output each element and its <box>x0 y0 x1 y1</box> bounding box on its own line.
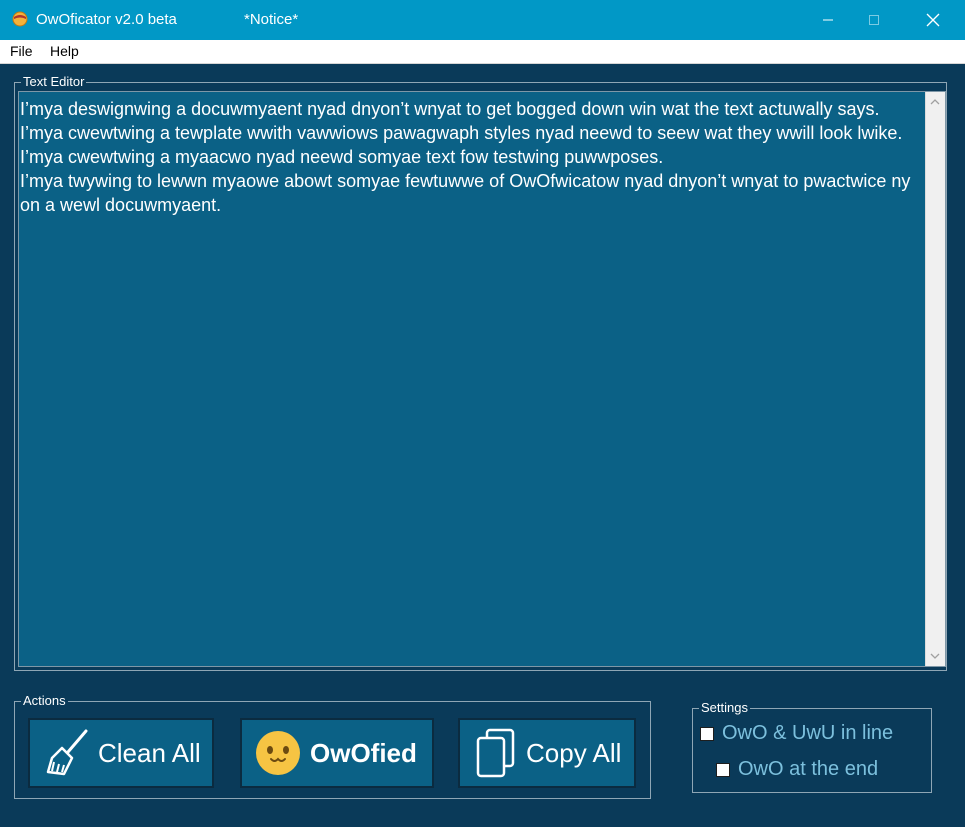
notice-label: *Notice* <box>244 11 299 28</box>
copy-all-label: Copy All <box>526 737 622 768</box>
menu-file[interactable]: File <box>10 43 33 59</box>
owo-at-end-label: OwO at the end <box>738 758 879 780</box>
editor-line: I’mya cwewtwing a myaacwo nyad neewd som… <box>20 147 664 167</box>
editor-line: I’mya deswignwing a docuwmyaent nyad dny… <box>20 99 880 119</box>
menu-bar: File Help <box>0 40 965 64</box>
clean-all-label: Clean All <box>98 737 201 768</box>
editor-line: I’mya twywing to lewwn myaowe abowt somy… <box>20 171 911 215</box>
owo-uwu-in-line-checkbox[interactable] <box>700 726 714 741</box>
actions-label: Actions <box>21 693 68 709</box>
menu-help[interactable]: Help <box>50 43 79 59</box>
broom-icon <box>46 729 88 776</box>
copy-icon <box>476 728 515 778</box>
minimize-button[interactable] <box>805 0 851 40</box>
minimize-icon <box>823 19 833 21</box>
scroll-up-icon[interactable] <box>930 97 940 107</box>
maximize-button[interactable] <box>851 0 897 40</box>
smiling-face-icon <box>256 731 300 775</box>
editor-content[interactable]: I’mya deswignwing a docuwmyaent nyad dny… <box>20 97 920 217</box>
text-editor-label: Text Editor <box>21 74 87 90</box>
owo-at-end-checkbox[interactable] <box>716 762 730 777</box>
owo-uwu-in-line-option[interactable]: OwO & UwU in line <box>700 722 893 745</box>
editor-scrollbar[interactable] <box>925 92 945 666</box>
owo-at-end-option[interactable]: OwO at the end <box>716 758 878 781</box>
clean-all-button[interactable]: Clean All <box>28 718 214 788</box>
owofied-button[interactable]: OwOfied <box>240 718 434 788</box>
copy-all-button[interactable]: Copy All <box>458 718 636 788</box>
editor-line: I’mya cwewtwing a tewplate wwith vawwiow… <box>20 123 903 143</box>
text-editor[interactable]: I’mya deswignwing a docuwmyaent nyad dny… <box>18 91 946 667</box>
owofied-label: OwOfied <box>310 737 417 768</box>
window-title: OwOficator v2.0 beta <box>36 11 177 28</box>
close-icon <box>926 13 940 27</box>
scroll-down-icon[interactable] <box>930 651 940 661</box>
title-bar[interactable]: OwOficator v2.0 beta *Notice* <box>0 0 965 40</box>
close-button[interactable] <box>910 0 956 40</box>
maximize-icon <box>869 15 879 25</box>
app-logo-icon <box>12 11 28 27</box>
settings-label: Settings <box>699 700 750 716</box>
owo-uwu-in-line-label: OwO & UwU in line <box>722 722 894 744</box>
